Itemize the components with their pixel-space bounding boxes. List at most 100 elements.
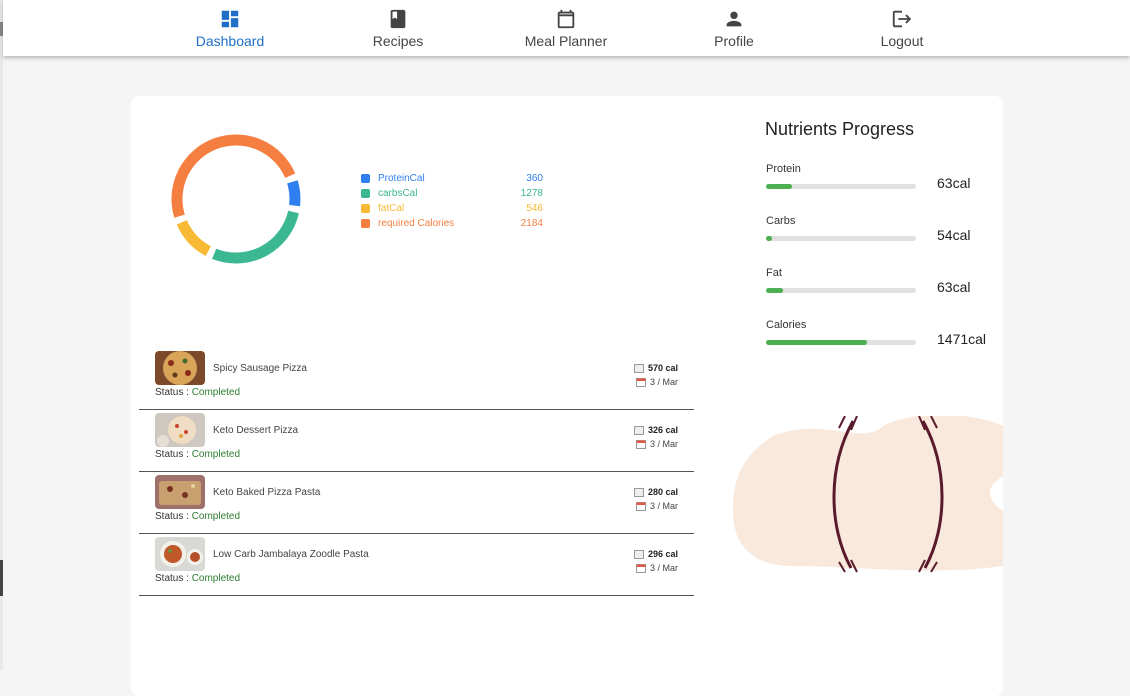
status-prefix: Status : bbox=[155, 387, 192, 398]
dessert-pizza-thumbnail bbox=[155, 413, 205, 447]
status-value: Completed bbox=[191, 573, 241, 584]
recipe-status: Status : Completed bbox=[155, 449, 240, 460]
status-prefix: Status : bbox=[155, 573, 192, 584]
baked-pasta-thumbnail bbox=[155, 475, 205, 509]
progress-track bbox=[766, 236, 916, 241]
calorie-icon bbox=[633, 363, 644, 373]
date-value: 3 / Mar bbox=[649, 563, 678, 573]
legend-label: carbsCal bbox=[378, 188, 418, 199]
nutrient-carbs: Carbs 54cal bbox=[766, 215, 976, 255]
calorie-donut-chart bbox=[171, 134, 301, 264]
donut-slice[interactable] bbox=[212, 210, 299, 264]
legend-item[interactable]: required Calories 2184 bbox=[361, 216, 543, 231]
recipe-calories: 280 cal bbox=[633, 487, 678, 497]
legend-label: required Calories bbox=[378, 218, 455, 229]
recipe-calories: 326 cal bbox=[633, 425, 678, 435]
recipe-name: Keto Dessert Pizza bbox=[213, 425, 299, 436]
donut-slice[interactable] bbox=[287, 180, 301, 207]
nutrient-label: Protein bbox=[766, 163, 801, 175]
legend-label: fatCal bbox=[378, 203, 405, 214]
nutrient-value: 63cal bbox=[937, 175, 971, 191]
calorie-icon bbox=[633, 425, 644, 435]
legend-swatch bbox=[361, 189, 370, 198]
recipe-name: Keto Baked Pizza Pasta bbox=[213, 487, 321, 498]
recipe-list: Spicy Sausage Pizza Status : Completed 5… bbox=[139, 348, 694, 596]
legend-value: 1278 bbox=[520, 188, 543, 199]
book-icon bbox=[390, 9, 406, 29]
legend-swatch bbox=[361, 174, 370, 183]
nutrient-value: 63cal bbox=[937, 279, 971, 295]
legend-value: 2184 bbox=[520, 218, 543, 229]
nutrient-label: Fat bbox=[766, 267, 782, 279]
legend-item[interactable]: ProteinCal 360 bbox=[361, 171, 543, 186]
person-icon bbox=[726, 11, 742, 27]
nutrient-label: Carbs bbox=[766, 215, 796, 227]
nav-meal-planner-label: Meal Planner bbox=[524, 33, 608, 49]
date-value: 3 / Mar bbox=[649, 501, 678, 511]
recipe-calories: 296 cal bbox=[633, 549, 678, 559]
nutrient-value: 1471cal bbox=[937, 331, 987, 347]
calories-value: 570 cal bbox=[647, 363, 678, 373]
dashboard-icon bbox=[221, 10, 239, 28]
recipe-date: 3 / Mar bbox=[635, 377, 678, 387]
jambalaya-thumbnail bbox=[155, 537, 205, 571]
progress-fill bbox=[766, 184, 792, 189]
status-prefix: Status : bbox=[155, 449, 192, 460]
progress-fill bbox=[766, 340, 867, 345]
calendar-icon bbox=[635, 439, 646, 449]
nutrient-fat: Fat 63cal bbox=[766, 267, 976, 307]
recipe-name: Spicy Sausage Pizza bbox=[213, 363, 307, 374]
dashboard-card: ProteinCal 360 carbsCal 1278 fatCal 546 … bbox=[131, 96, 1003, 696]
legend-swatch bbox=[361, 204, 370, 213]
nav-profile[interactable]: Profile bbox=[679, 0, 789, 56]
recipe-calories: 570 cal bbox=[633, 363, 678, 373]
nav-logout[interactable]: Logout bbox=[847, 0, 957, 56]
progress-track bbox=[766, 184, 916, 189]
status-value: Completed bbox=[191, 511, 241, 522]
chart-legend: ProteinCal 360 carbsCal 1278 fatCal 546 … bbox=[361, 171, 543, 231]
logout-icon bbox=[892, 10, 912, 28]
nutrient-calories: Calories 1471cal bbox=[766, 319, 986, 359]
legend-swatch bbox=[361, 219, 370, 228]
nutrients-title: Nutrients Progress bbox=[765, 119, 915, 139]
pizza-thumbnail bbox=[155, 351, 205, 385]
status-value: Completed bbox=[191, 449, 241, 460]
calendar-icon bbox=[635, 377, 646, 387]
date-value: 3 / Mar bbox=[649, 439, 678, 449]
legend-item[interactable]: fatCal 546 bbox=[361, 201, 543, 216]
status-prefix: Status : bbox=[155, 511, 192, 522]
donut-slice[interactable] bbox=[171, 134, 296, 218]
nav-dashboard[interactable]: Dashboard bbox=[175, 0, 285, 56]
calendar-icon bbox=[557, 9, 575, 29]
legend-item[interactable]: carbsCal 1278 bbox=[361, 186, 543, 201]
nav-recipes-label: Recipes bbox=[372, 33, 424, 49]
donut-slice[interactable] bbox=[176, 219, 212, 256]
recipe-status: Status : Completed bbox=[155, 511, 240, 522]
nutrient-value: 54cal bbox=[937, 227, 971, 243]
legend-value: 360 bbox=[526, 173, 543, 184]
decorative-illustration bbox=[733, 416, 1003, 573]
calendar-icon bbox=[635, 501, 646, 511]
recipe-status: Status : Completed bbox=[155, 573, 240, 584]
progress-fill bbox=[766, 288, 783, 293]
top-navbar: Dashboard Recipes Meal Planner Profile L… bbox=[3, 0, 1130, 56]
recipe-date: 3 / Mar bbox=[635, 563, 678, 573]
nav-meal-planner[interactable]: Meal Planner bbox=[511, 0, 621, 56]
nutrient-label: Calories bbox=[766, 319, 807, 331]
progress-track bbox=[766, 288, 916, 293]
nav-dashboard-label: Dashboard bbox=[195, 33, 265, 49]
recipe-row[interactable]: Low Carb Jambalaya Zoodle Pasta Status :… bbox=[139, 534, 694, 596]
calories-value: 326 cal bbox=[647, 425, 678, 435]
calories-value: 296 cal bbox=[647, 549, 678, 559]
legend-value: 546 bbox=[526, 203, 543, 214]
nav-recipes[interactable]: Recipes bbox=[343, 0, 453, 56]
legend-label: ProteinCal bbox=[378, 173, 425, 184]
recipe-date: 3 / Mar bbox=[635, 501, 678, 511]
nutrient-protein: Protein 63cal bbox=[766, 163, 976, 203]
recipe-status: Status : Completed bbox=[155, 387, 240, 398]
date-value: 3 / Mar bbox=[649, 377, 678, 387]
recipe-row[interactable]: Keto Baked Pizza Pasta Status : Complete… bbox=[139, 472, 694, 534]
recipe-row[interactable]: Spicy Sausage Pizza Status : Completed 5… bbox=[139, 348, 694, 410]
recipe-name: Low Carb Jambalaya Zoodle Pasta bbox=[213, 549, 369, 560]
recipe-row[interactable]: Keto Dessert Pizza Status : Completed 32… bbox=[139, 410, 694, 472]
